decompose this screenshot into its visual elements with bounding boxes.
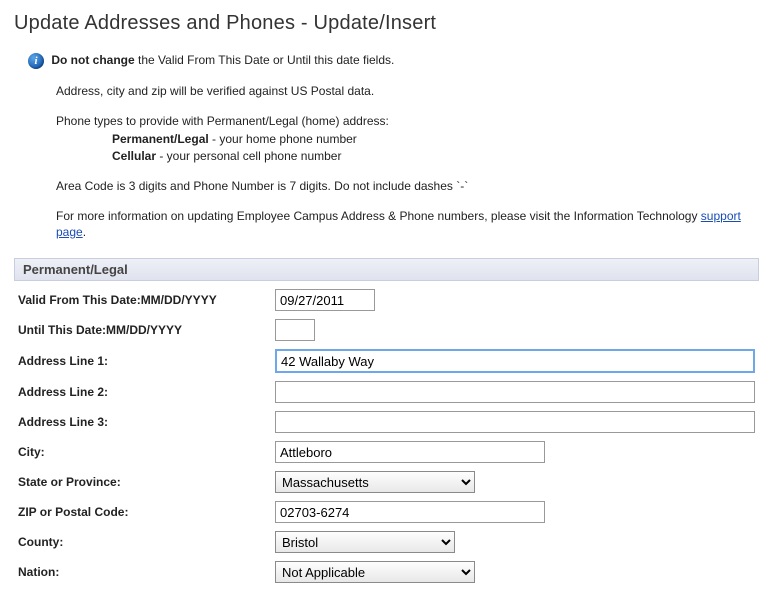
addr1-input[interactable] [275,349,755,373]
do-not-change-bold: Do not change [51,53,134,67]
zip-input[interactable] [275,501,545,523]
city-input[interactable] [275,441,545,463]
addr2-input[interactable] [275,381,755,403]
phone-intro: Phone types to provide with Permanent/Le… [56,113,759,129]
do-not-change-rest: the Valid From This Date or Until this d… [135,53,395,67]
nation-label: Nation: [14,557,271,587]
state-select[interactable]: Massachusetts [275,471,475,493]
until-input[interactable] [275,319,315,341]
addr2-label: Address Line 2: [14,377,271,407]
perm-legal-rest: - your home phone number [209,132,357,146]
areacode-text: Area Code is 3 digits and Phone Number i… [56,178,759,194]
cellular-rest: - your personal cell phone number [156,149,341,163]
nation-select[interactable]: Not Applicable [275,561,475,583]
perm-legal-bold: Permanent/Legal [112,132,209,146]
address-form: Valid From This Date:MM/DD/YYYY Until Th… [14,285,759,587]
state-label: State or Province: [14,467,271,497]
more-info-pre: For more information on updating Employe… [56,209,701,223]
info-icon: i [28,53,44,69]
county-label: County: [14,527,271,557]
addr3-label: Address Line 3: [14,407,271,437]
addr1-label: Address Line 1: [14,345,271,377]
verify-text: Address, city and zip will be verified a… [56,83,759,99]
addr3-input[interactable] [275,411,755,433]
section-permanent-legal: Permanent/Legal [14,258,759,281]
until-label: Until This Date:MM/DD/YYYY [14,315,271,345]
zip-label: ZIP or Postal Code: [14,497,271,527]
county-select[interactable]: Bristol [275,531,455,553]
cellular-bold: Cellular [112,149,156,163]
city-label: City: [14,437,271,467]
valid-from-label: Valid From This Date:MM/DD/YYYY [14,285,271,315]
valid-from-input[interactable] [275,289,375,311]
page-title: Update Addresses and Phones - Update/Ins… [14,12,759,35]
more-info-post: . [83,225,86,239]
